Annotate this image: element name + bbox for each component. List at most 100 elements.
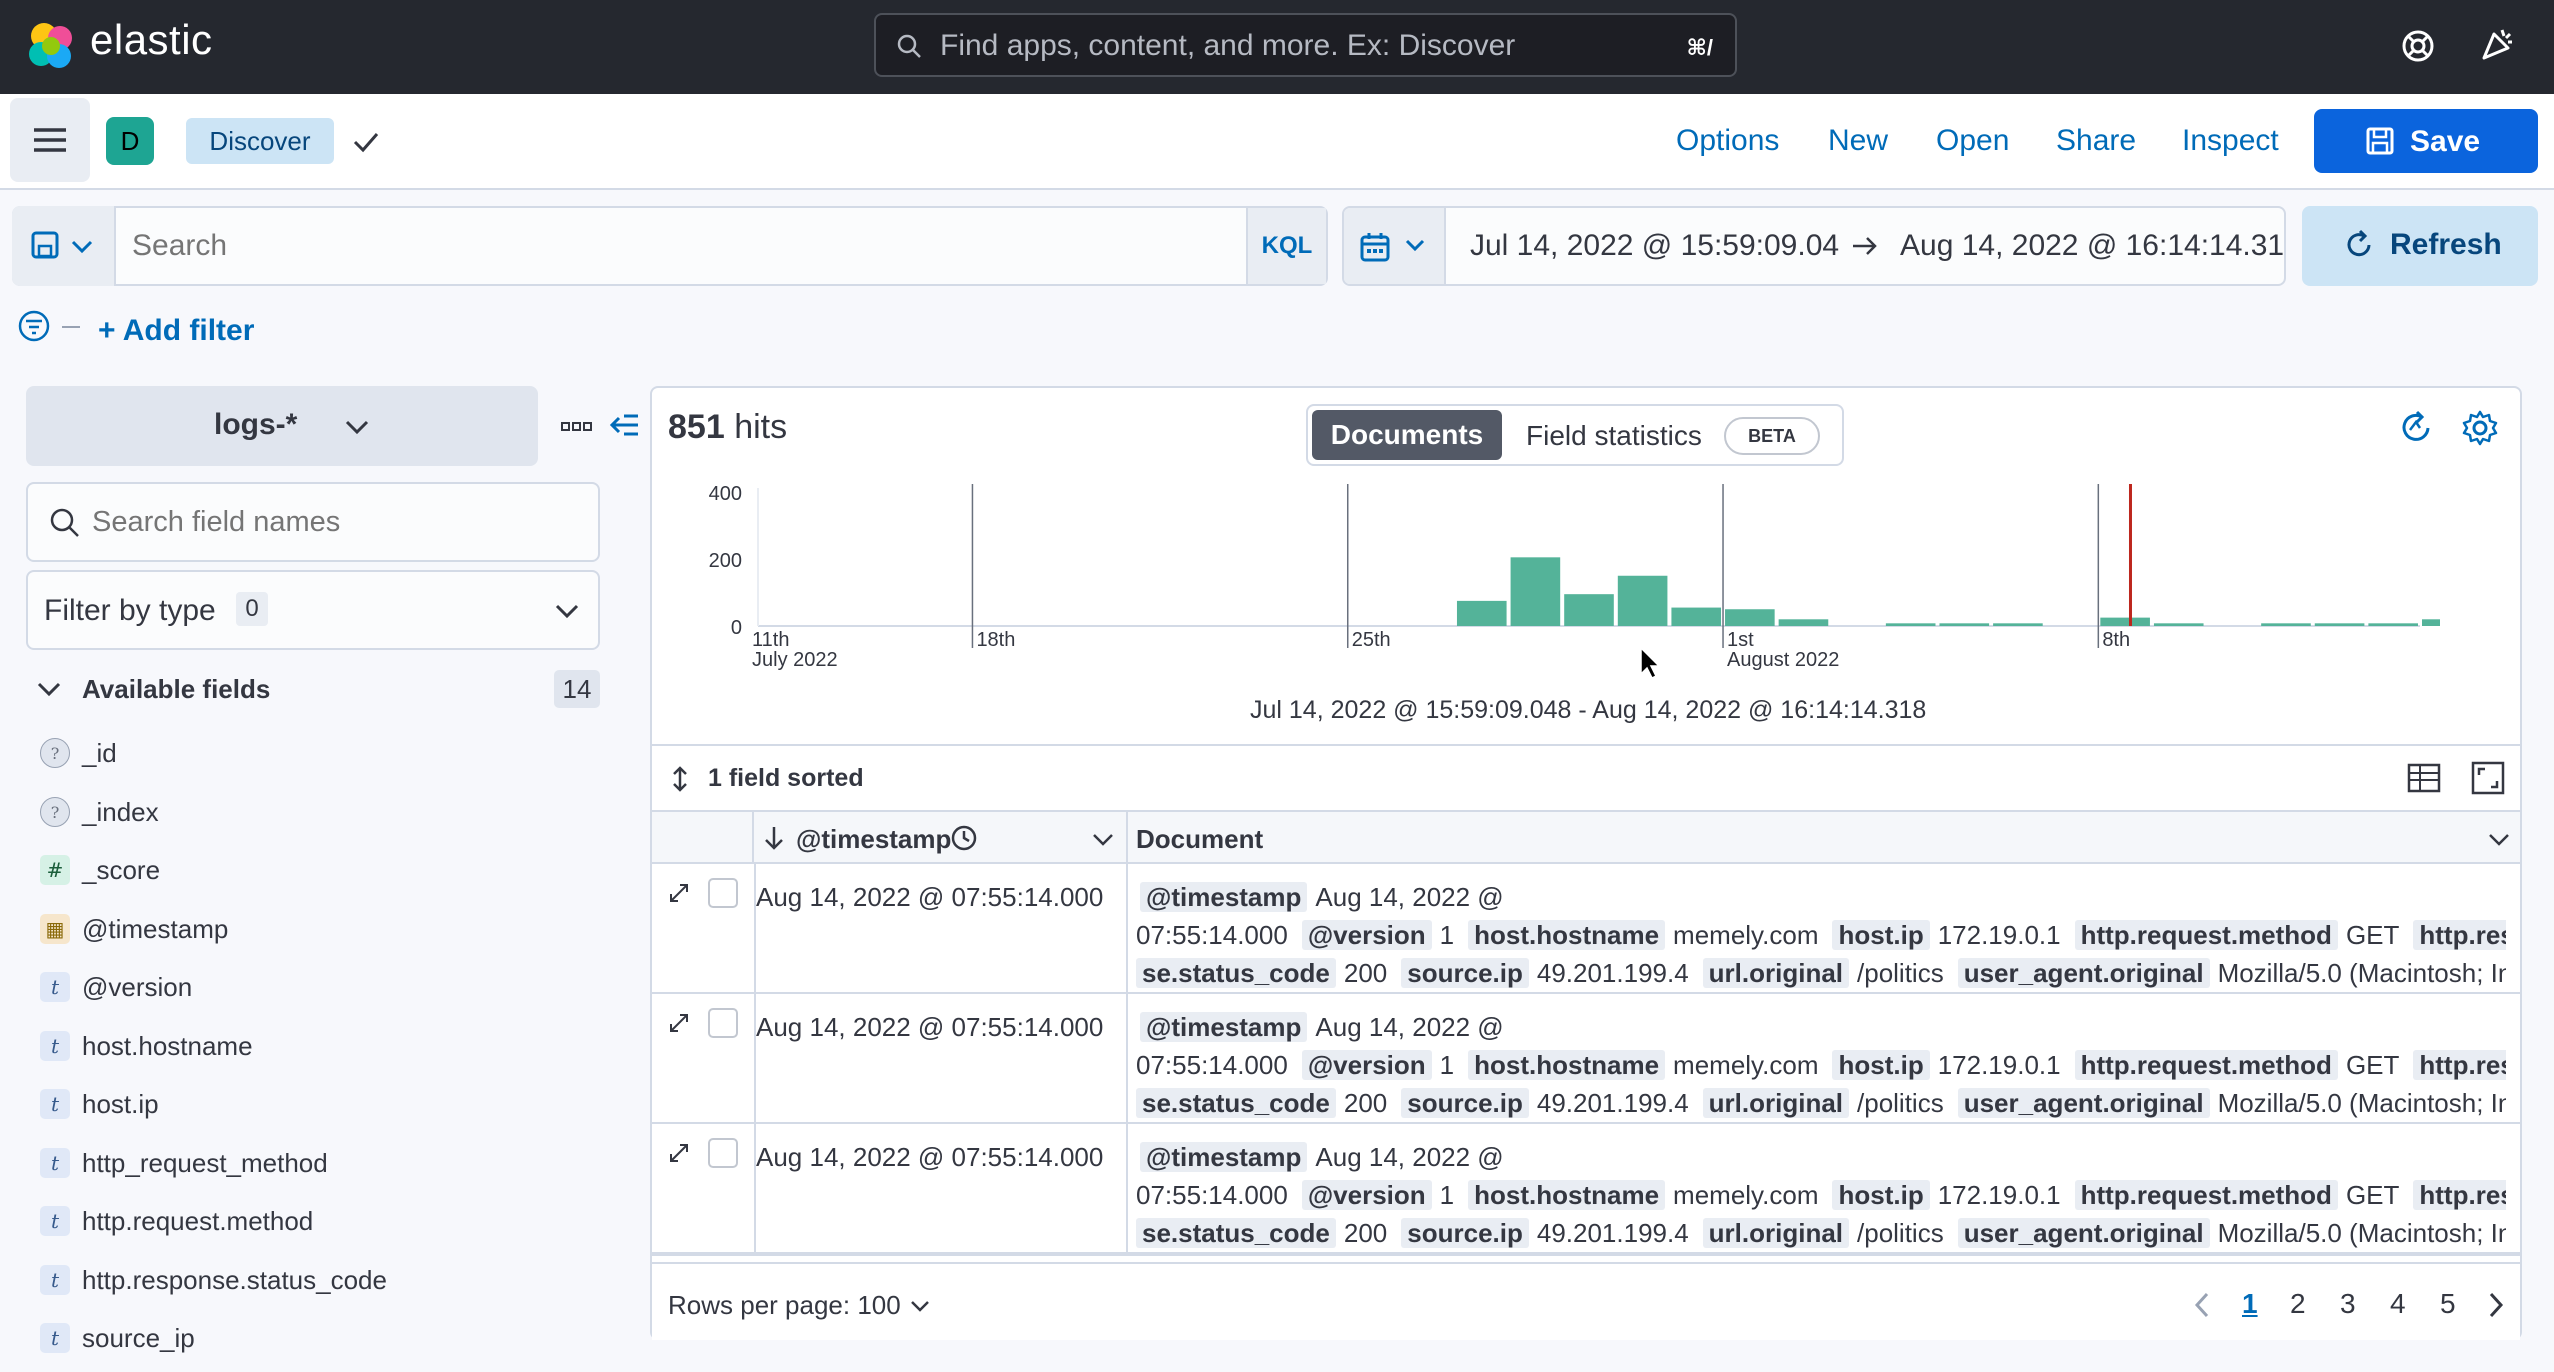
field-key: host.hostname (1468, 920, 1666, 950)
page-2[interactable]: 2 (2290, 1288, 2306, 1320)
date-start[interactable]: Jul 14, 2022 @ 15:59:09.04 (1470, 229, 1839, 263)
query-input[interactable] (118, 210, 1244, 282)
histogram-bar (2368, 623, 2418, 626)
column-divider (1126, 1124, 1128, 1252)
inspect-link[interactable]: Inspect (2182, 124, 2279, 158)
page-5[interactable]: 5 (2440, 1288, 2456, 1320)
chevron-left-icon[interactable] (2190, 1290, 2214, 1320)
document-line: 07:55:14.000 @version 1 host.hostname memely… (1136, 1180, 2506, 1211)
field-value: 1 (1439, 1180, 1455, 1210)
column-header-timestamp[interactable]: @timestamp (796, 824, 951, 855)
field-key: @timestamp (1140, 1012, 1308, 1042)
document-line: se.status_code 200 source.ip 49.201.199.4 ur… (1136, 1088, 2506, 1119)
field-value: Mozilla/5.0 (Macintosh; Intel... (2217, 958, 2506, 988)
help-icon[interactable] (2398, 26, 2438, 66)
document-line: se.status_code 200 source.ip 49.201.199.4 ur… (1136, 958, 2506, 989)
filter-icon[interactable] (16, 308, 52, 344)
gear-icon[interactable] (2460, 408, 2500, 448)
number-type-icon: # (40, 855, 70, 885)
field-name: http.request.method (82, 1206, 314, 1236)
chevron-right-icon[interactable] (2484, 1290, 2508, 1320)
saved-query-button[interactable] (12, 206, 116, 286)
calendar-icon (1360, 233, 1390, 262)
row-checkbox[interactable] (708, 1138, 738, 1168)
chevron-down-icon (911, 1301, 929, 1312)
chevron-down-icon[interactable] (34, 674, 64, 704)
quick-date-menu-button[interactable] (1344, 208, 1446, 284)
collapse-sidebar-icon[interactable] (608, 408, 642, 442)
fullscreen-icon[interactable] (2470, 760, 2506, 796)
kql-language-button[interactable]: KQL (1246, 208, 1326, 284)
field-key: user_agent.original (1957, 1088, 2210, 1118)
x-tick-label: 18th (976, 629, 1015, 651)
field-value: 49.201.199.4 (1536, 1218, 1689, 1248)
histogram-bar (1671, 607, 1722, 626)
tab-documents[interactable]: Documents (1312, 410, 1502, 460)
sort-icon[interactable] (668, 764, 692, 794)
chevron-down-icon[interactable] (2486, 826, 2512, 852)
sort-descending-icon[interactable] (760, 824, 788, 852)
page-3[interactable]: 3 (2340, 1288, 2356, 1320)
more-options-icon[interactable] (560, 416, 594, 436)
field-value: memely.com (1673, 1180, 1819, 1210)
expand-icon[interactable] (666, 1140, 692, 1166)
filter-by-type-button[interactable]: Filter by type 0 (26, 570, 600, 650)
date-end[interactable]: Aug 14, 2022 @ 16:14:14.31 (1900, 229, 2284, 263)
field-key: host.ip (1832, 920, 1930, 950)
expand-icon[interactable] (666, 1010, 692, 1036)
save-button[interactable]: Save (2314, 109, 2538, 173)
hamburger-icon (34, 128, 66, 152)
index-pattern-selector[interactable]: logs-* (26, 386, 538, 466)
space-avatar[interactable]: D (106, 117, 154, 165)
row-checkbox[interactable] (708, 1008, 738, 1038)
chevron-down-icon[interactable] (1090, 826, 1116, 852)
field-value: Aug 14, 2022 @ (1315, 882, 1504, 912)
table-row[interactable]: Aug 14, 2022 @ 07:55:14.000 @timestamp Aug… (652, 1124, 2520, 1254)
global-search-placeholder: Find apps, content, and more. Ex: Discov… (940, 29, 1516, 62)
field-value: 172.19.0.1 (1937, 920, 2061, 950)
page-4[interactable]: 4 (2390, 1288, 2406, 1320)
arrow-right-icon (1853, 237, 1877, 255)
share-link[interactable]: Share (2056, 124, 2136, 158)
field-key: http.respon (2413, 1180, 2506, 1210)
column-header-document[interactable]: Document (1136, 824, 1263, 855)
field-key: host.hostname (1468, 1050, 1666, 1080)
refresh-button[interactable]: Refresh (2302, 206, 2538, 286)
x-tick-label: July 2022 (752, 649, 838, 671)
breadcrumb-discover[interactable]: Discover (186, 118, 334, 164)
field-value: 49.201.199.4 (1536, 1088, 1689, 1118)
field-search-box (26, 482, 600, 562)
rows-per-page-button[interactable]: Rows per page: 100 (668, 1290, 901, 1321)
elastic-logo-icon[interactable] (24, 18, 80, 74)
sorted-fields-label[interactable]: 1 field sorted (708, 764, 864, 793)
field-name: host.hostname (82, 1030, 253, 1061)
y-tick-label: 400 (709, 483, 742, 505)
field-value: 200 (1343, 1218, 1388, 1248)
field-key: http.respon (2413, 1050, 2506, 1080)
table-row[interactable]: Aug 14, 2022 @ 07:55:14.000 @timestamp Aug… (652, 994, 2520, 1124)
field-value: GET (2345, 920, 2400, 950)
global-search-input[interactable]: Find apps, content, and more. Ex: Discov… (874, 13, 1737, 77)
field-search-input[interactable] (92, 494, 592, 550)
new-link[interactable]: New (1828, 124, 1888, 158)
newsfeed-icon[interactable] (2478, 24, 2518, 64)
field-key: se.status_code (1136, 1088, 1336, 1118)
histogram-chart[interactable]: 400 200 0 11thJuly 2022 18th 25th 1stAugust 20… (680, 480, 2440, 690)
density-icon[interactable] (2406, 760, 2442, 796)
add-filter-button[interactable]: + Add filter (98, 314, 254, 348)
filter-count-badge: 0 (236, 592, 268, 626)
field-key: http.respon (2413, 920, 2506, 950)
reset-icon[interactable] (2396, 408, 2436, 448)
row-checkbox[interactable] (708, 878, 738, 908)
expand-icon[interactable] (666, 880, 692, 906)
tab-field-statistics[interactable]: Field statistics (1526, 420, 1702, 452)
field-name: _id (82, 738, 117, 768)
options-link[interactable]: Options (1676, 124, 1779, 158)
open-link[interactable]: Open (1936, 124, 2009, 158)
field-value: 172.19.0.1 (1937, 1180, 2061, 1210)
partial-row (652, 1254, 2520, 1262)
page-1[interactable]: 1 (2242, 1288, 2258, 1320)
table-row[interactable]: Aug 14, 2022 @ 07:55:14.000 @timestamp Aug… (652, 864, 2520, 994)
menu-toggle-button[interactable] (10, 98, 90, 182)
app-toolbar (0, 94, 2554, 190)
